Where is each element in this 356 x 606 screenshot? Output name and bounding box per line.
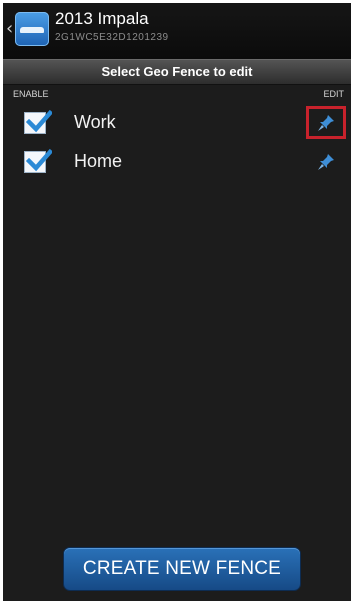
back-chevron-icon[interactable]: ‹ bbox=[6, 20, 13, 38]
pin-icon bbox=[318, 154, 334, 170]
fence-row-home: Home bbox=[3, 143, 351, 181]
vehicle-vin: 2G1WC5E32D1201239 bbox=[55, 32, 169, 43]
enable-checkbox-home[interactable] bbox=[24, 148, 52, 173]
fence-label: Work bbox=[74, 112, 116, 132]
pin-icon bbox=[318, 114, 334, 131]
edit-fence-button-work[interactable] bbox=[306, 106, 346, 139]
create-new-fence-button[interactable]: CREATE NEW FENCE bbox=[64, 548, 300, 590]
check-icon bbox=[26, 109, 52, 133]
car-icon bbox=[20, 27, 44, 33]
fence-row-work: Work bbox=[3, 104, 351, 142]
edit-fence-button-home[interactable] bbox=[309, 147, 343, 177]
action-bar: ‹ 2013 Impala 2G1WC5E32D1201239 bbox=[3, 3, 351, 59]
edit-column-header: EDIT bbox=[323, 89, 344, 99]
vehicle-title: 2013 Impala bbox=[55, 9, 149, 28]
enable-checkbox-work[interactable] bbox=[24, 109, 52, 134]
vehicle-app-icon[interactable] bbox=[15, 12, 49, 46]
enable-column-header: ENABLE bbox=[13, 89, 49, 99]
fence-label: Home bbox=[74, 151, 123, 171]
section-header: Select Geo Fence to edit bbox=[3, 59, 351, 85]
app-screen: ‹ 2013 Impala 2G1WC5E32D1201239 Select G… bbox=[3, 3, 351, 601]
check-icon bbox=[26, 148, 52, 172]
